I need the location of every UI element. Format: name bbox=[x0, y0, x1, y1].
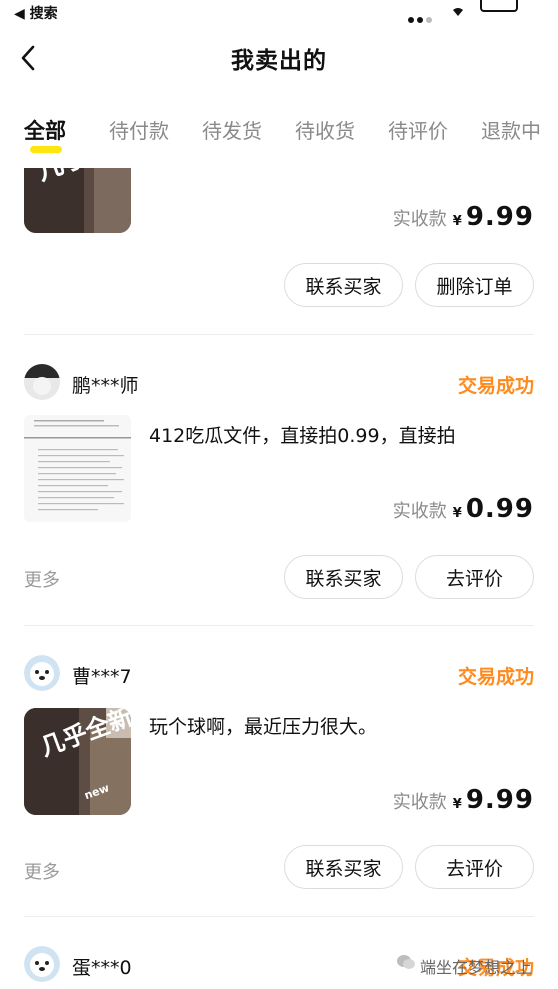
price-value: 9.99 bbox=[465, 202, 534, 232]
currency-symbol: ¥ bbox=[452, 797, 462, 812]
order-title[interactable]: 玩个球啊，最近压力很大。 bbox=[149, 712, 377, 739]
price-label: 实收款 bbox=[392, 501, 447, 522]
tab-pending-payment[interactable]: 待付款 bbox=[109, 115, 169, 144]
battery-icon bbox=[480, 0, 518, 12]
delete-order-button[interactable]: 删除订单 bbox=[415, 263, 534, 307]
currency-symbol: ¥ bbox=[452, 506, 462, 521]
page-title: 我卖出的 bbox=[231, 48, 327, 74]
price-label: 实收款 bbox=[392, 792, 447, 813]
price-value: 0.99 bbox=[465, 494, 534, 524]
contact-buyer-button[interactable]: 联系买家 bbox=[284, 555, 403, 599]
avatar[interactable] bbox=[24, 655, 60, 691]
review-button[interactable]: 去评价 bbox=[415, 555, 534, 599]
order-thumbnail[interactable]: 几乎全新 new bbox=[24, 168, 131, 233]
status-back-to-search[interactable]: ◀ 搜索 bbox=[14, 3, 58, 23]
tab-pending-review[interactable]: 待评价 bbox=[388, 115, 448, 144]
order-title[interactable]: 412吃瓜文件，直接拍0.99，直接拍 bbox=[149, 421, 456, 448]
tab-all[interactable]: 全部 bbox=[24, 115, 66, 145]
seller-name: 曹***7 bbox=[72, 666, 132, 688]
price-value: 9.99 bbox=[465, 785, 534, 815]
tab-pending-receipt[interactable]: 待收货 bbox=[295, 115, 355, 144]
avatar[interactable] bbox=[24, 364, 60, 400]
order-divider bbox=[24, 916, 534, 917]
contact-buyer-button[interactable]: 联系买家 bbox=[284, 263, 403, 307]
wechat-icon bbox=[396, 952, 416, 972]
avatar[interactable] bbox=[24, 946, 60, 982]
wifi-icon bbox=[452, 2, 464, 16]
seller-name: 蛋***0 bbox=[72, 957, 132, 979]
active-tab-indicator bbox=[30, 146, 62, 153]
order-price: 实收款 ¥ 9.99 bbox=[393, 785, 534, 815]
seller-name: 鹏***师 bbox=[72, 375, 139, 397]
contact-buyer-button[interactable]: 联系买家 bbox=[284, 845, 403, 889]
review-button[interactable]: 去评价 bbox=[415, 845, 534, 889]
signal-icon bbox=[408, 8, 435, 27]
more-button[interactable]: 更多 bbox=[24, 566, 60, 592]
price-label: 实收款 bbox=[392, 209, 447, 230]
tab-pending-shipment[interactable]: 待发货 bbox=[202, 115, 262, 144]
order-price: 实收款 ¥ 9.99 bbox=[393, 202, 534, 232]
order-divider bbox=[24, 334, 534, 335]
order-status: 交易成功 bbox=[457, 375, 534, 397]
order-list[interactable]: 几乎全新 new 实收款 ¥ 9.99 联系买家 删除订单 鹏***师 交易成功 bbox=[0, 168, 558, 989]
order-thumbnail[interactable]: 几乎全新 new bbox=[24, 708, 131, 815]
order-divider bbox=[24, 625, 534, 626]
status-bar: ◀ 搜索 bbox=[0, 0, 558, 24]
more-button[interactable]: 更多 bbox=[24, 858, 60, 884]
order-status: 交易成功 bbox=[457, 666, 534, 688]
document-thumbnail[interactable] bbox=[24, 415, 131, 522]
tab-refunding[interactable]: 退款中 bbox=[481, 115, 541, 144]
watermark-text: 端坐在梦想之上 bbox=[420, 958, 533, 977]
order-price: 实收款 ¥ 0.99 bbox=[393, 494, 534, 524]
currency-symbol: ¥ bbox=[452, 214, 462, 229]
